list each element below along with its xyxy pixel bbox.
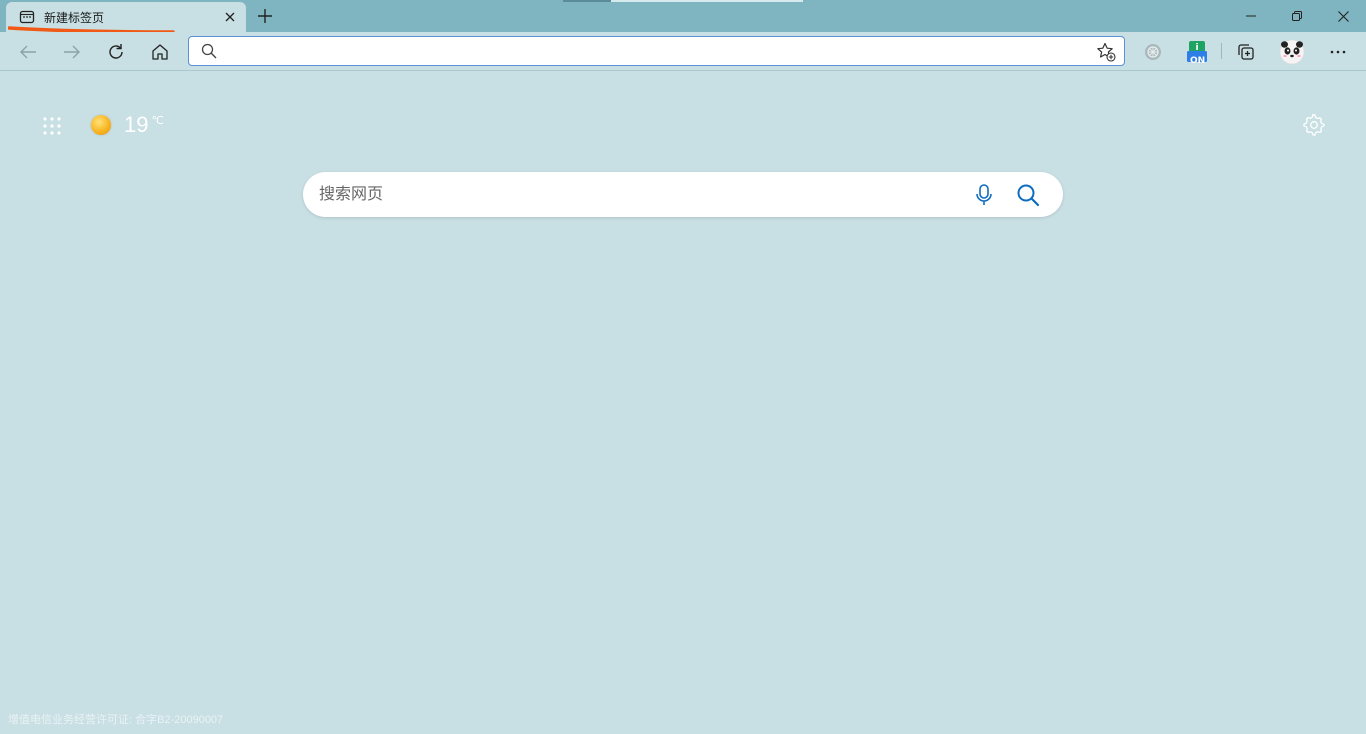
restore-icon [1292, 11, 1302, 21]
page-settings-button[interactable] [1302, 113, 1326, 137]
profile-button[interactable] [1276, 36, 1308, 68]
weather-widget[interactable]: 19 ℃ [91, 110, 164, 140]
refresh-button[interactable] [100, 36, 132, 68]
new-tab-button[interactable] [254, 5, 276, 27]
close-window-button[interactable] [1320, 0, 1366, 32]
tab-title: 新建标签页 [44, 11, 105, 25]
toolbar-separator [1221, 43, 1222, 59]
arrow-left-icon [20, 45, 36, 59]
address-input[interactable] [223, 41, 1073, 61]
search-icon [201, 43, 217, 59]
avatar [1279, 39, 1305, 65]
web-search-box[interactable] [303, 172, 1063, 217]
gear-icon [1303, 113, 1325, 136]
add-favorite-icon[interactable] [1096, 42, 1116, 62]
search-submit-icon[interactable] [1015, 182, 1041, 208]
close-tab-icon[interactable] [221, 8, 239, 26]
shield-extension-icon [1145, 44, 1161, 60]
weather-temperature: 19 [124, 112, 149, 137]
microphone-icon[interactable] [973, 183, 995, 207]
browser-toolbar: i ON [0, 32, 1366, 71]
tab-strip: 新建标签页 [0, 0, 1366, 34]
more-menu-button[interactable] [1322, 36, 1354, 68]
sun-icon [91, 115, 111, 135]
extension-on-button[interactable]: i ON [1181, 36, 1213, 68]
extension-shield-button[interactable] [1137, 36, 1169, 68]
home-icon [152, 44, 168, 60]
search-input[interactable] [319, 184, 939, 206]
extension-badge-label: ON [1190, 56, 1206, 66]
tab-new-tab[interactable]: 新建标签页 [6, 2, 246, 34]
restore-button[interactable] [1274, 0, 1320, 32]
arrow-right-icon [64, 45, 80, 59]
new-tab-page-icon [19, 9, 35, 25]
collections-icon [1238, 44, 1254, 60]
tab-scroll-indicator [563, 0, 803, 2]
minimize-icon [1246, 15, 1256, 17]
home-button[interactable] [144, 36, 176, 68]
back-button[interactable] [12, 36, 44, 68]
icp-license-text[interactable]: 增值电信业务经营许可证: 合字B2-20090007 [8, 711, 223, 727]
close-icon [1337, 10, 1349, 22]
minimize-button[interactable] [1228, 0, 1274, 32]
address-bar[interactable] [188, 36, 1125, 66]
refresh-icon [109, 44, 123, 59]
collections-button[interactable] [1230, 36, 1262, 68]
app-launcher-button[interactable] [40, 114, 64, 138]
grid-icon [43, 117, 61, 135]
weather-unit: ℃ [151, 115, 164, 127]
plus-icon [258, 9, 272, 23]
forward-button[interactable] [56, 36, 88, 68]
more-options-icon [1330, 50, 1346, 54]
